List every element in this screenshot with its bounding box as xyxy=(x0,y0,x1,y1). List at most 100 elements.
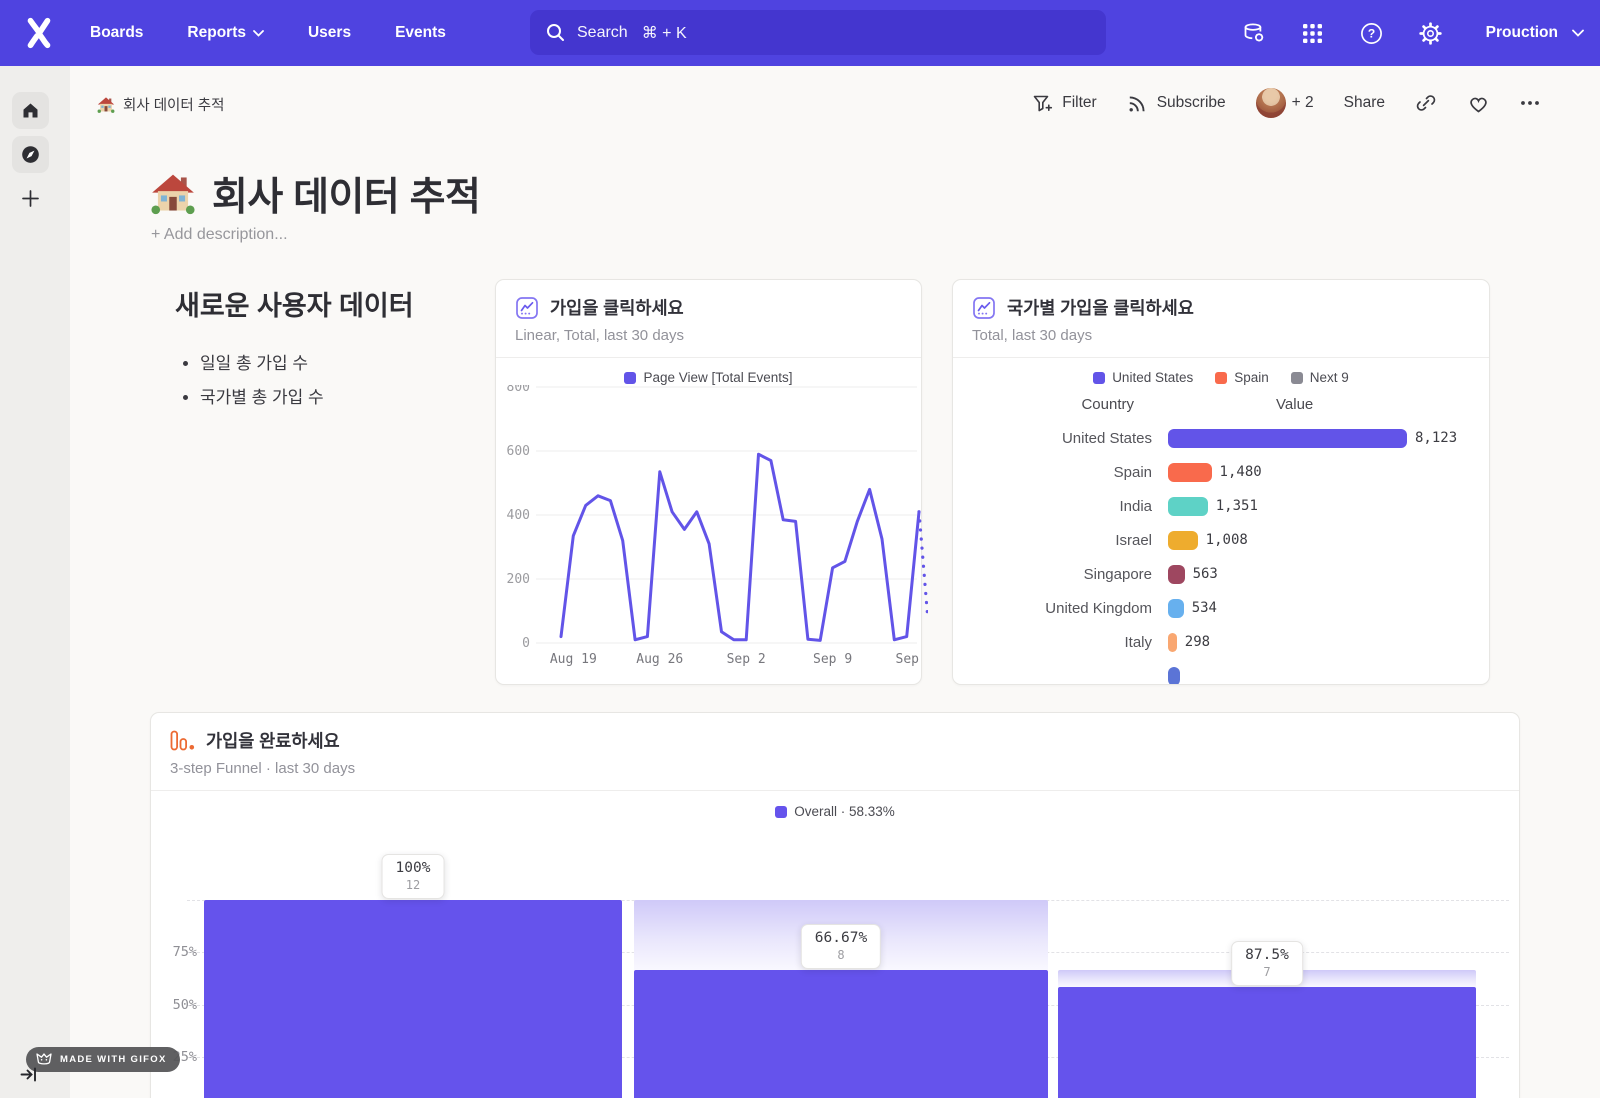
svg-text:200: 200 xyxy=(507,572,530,587)
conversion-percent: 87.5% xyxy=(1245,947,1289,963)
bar-track xyxy=(1168,667,1489,686)
tab-arrow-icon[interactable] xyxy=(20,1066,38,1088)
bar-track: 1,480 xyxy=(1168,463,1489,482)
favorite-button[interactable] xyxy=(1467,93,1490,114)
svg-text:Aug 19: Aug 19 xyxy=(550,652,597,667)
board-canvas: 회사 데이터 추적 Filter Subscribe + 2 Share xyxy=(70,66,1600,1098)
bar[interactable] xyxy=(1168,531,1198,550)
subscribe-button[interactable]: Subscribe xyxy=(1127,93,1226,114)
svg-text:Sep 2: Sep 2 xyxy=(727,652,766,667)
legend-item[interactable]: Spain xyxy=(1215,370,1269,385)
primary-nav: Boards Reports Users Events xyxy=(90,24,446,42)
breadcrumb[interactable]: 회사 데이터 추적 xyxy=(97,94,224,115)
ellipsis-icon xyxy=(1520,100,1540,106)
text-widget[interactable]: 새로운 사용자 데이터 일일 총 가입 수국가별 총 가입 수 xyxy=(175,284,475,417)
funnel-report-icon xyxy=(170,729,195,753)
legend-swatch xyxy=(1215,372,1227,384)
country-label: United States xyxy=(953,430,1168,447)
gifox-badge[interactable]: MADE WITH GIFOX xyxy=(26,1047,180,1072)
legend-item[interactable]: United States xyxy=(1093,370,1193,385)
svg-text:Sep 16: Sep 16 xyxy=(896,652,928,667)
line-chart[interactable]: 0200400600800Aug 19Aug 26Sep 2Sep 9Sep 1… xyxy=(496,385,928,687)
country-label: Singapore xyxy=(953,566,1168,583)
top-nav-bar: Boards Reports Users Events Search ⌘ + K xyxy=(0,0,1600,66)
country-label: Spain xyxy=(953,464,1168,481)
apps-grid-icon[interactable] xyxy=(1301,21,1325,45)
table-row[interactable]: Italy298 xyxy=(953,625,1489,659)
funnel-chart-card[interactable]: 가입을 완료하세요 3-step Funnel · last 30 days O… xyxy=(150,712,1520,1098)
legend-label: Overall · 58.33% xyxy=(794,804,895,819)
nav-boards[interactable]: Boards xyxy=(90,24,143,42)
heart-icon xyxy=(1467,93,1490,114)
funnel-legend: Overall · 58.33% xyxy=(151,804,1519,819)
chevron-down-icon xyxy=(253,30,264,37)
bar-report-icon xyxy=(972,296,996,320)
bar[interactable] xyxy=(1168,667,1180,686)
bullet-item: 일일 총 가입 수 xyxy=(200,349,475,374)
svg-text:Aug 26: Aug 26 xyxy=(636,652,683,667)
add-board-button[interactable] xyxy=(12,180,49,217)
mixpanel-logo-icon[interactable] xyxy=(18,12,60,54)
nav-users[interactable]: Users xyxy=(308,24,351,42)
report-title: 국가별 가입을 클릭하세요 xyxy=(1007,295,1194,320)
legend-label: Next 9 xyxy=(1310,370,1349,385)
bar[interactable] xyxy=(1168,633,1177,652)
funnel-bar[interactable] xyxy=(1058,987,1476,1098)
bar[interactable] xyxy=(1168,429,1407,448)
report-title: 가입을 완료하세요 xyxy=(206,728,340,753)
fox-icon xyxy=(36,1053,52,1066)
table-row[interactable] xyxy=(953,659,1489,685)
project-switcher[interactable]: Prouction xyxy=(1486,24,1584,42)
text-widget-bullets: 일일 총 가입 수국가별 총 가입 수 xyxy=(200,349,475,408)
legend-item[interactable]: Page View [Total Events] xyxy=(624,370,792,385)
line-report-icon xyxy=(515,296,539,320)
filter-icon xyxy=(1032,93,1053,114)
more-options-button[interactable] xyxy=(1520,100,1540,106)
explore-button[interactable] xyxy=(12,136,49,173)
left-rail xyxy=(0,66,70,1098)
legend-label: United States xyxy=(1112,370,1193,385)
bar[interactable] xyxy=(1168,599,1184,618)
funnel-bar[interactable] xyxy=(204,900,622,1098)
legend-label: Page View [Total Events] xyxy=(643,370,792,385)
bar[interactable] xyxy=(1168,497,1208,516)
house-emoji-icon xyxy=(97,96,115,114)
add-description-button[interactable]: + Add description... xyxy=(151,226,288,244)
data-management-icon[interactable] xyxy=(1242,21,1266,45)
table-row[interactable]: Spain1,480 xyxy=(953,455,1489,489)
table-row[interactable]: United States8,123 xyxy=(953,421,1489,455)
report-title: 가입을 클릭하세요 xyxy=(550,295,684,320)
copy-link-button[interactable] xyxy=(1415,92,1437,114)
table-row[interactable]: India1,351 xyxy=(953,489,1489,523)
share-button[interactable]: Share xyxy=(1344,94,1385,112)
table-row[interactable]: United Kingdom534 xyxy=(953,591,1489,625)
bar-track: 1,008 xyxy=(1168,531,1489,550)
funnel-tooltip: 66.67%8 xyxy=(801,924,881,969)
bar[interactable] xyxy=(1168,565,1185,584)
bar-chart-card[interactable]: 국가별 가입을 클릭하세요 Total, last 30 days United… xyxy=(952,279,1490,685)
bar[interactable] xyxy=(1168,463,1212,482)
line-chart-card[interactable]: 가입을 클릭하세요 Linear, Total, last 30 days Pa… xyxy=(495,279,922,685)
nav-reports[interactable]: Reports xyxy=(187,24,264,42)
filter-button[interactable]: Filter xyxy=(1032,93,1096,114)
compass-icon xyxy=(20,144,41,165)
search-input[interactable]: Search ⌘ + K xyxy=(530,10,1106,55)
table-row[interactable]: Israel1,008 xyxy=(953,523,1489,557)
funnel-tooltip: 100%12 xyxy=(382,854,445,899)
report-subtitle: Linear, Total, last 30 days xyxy=(515,327,902,344)
column-value: Value xyxy=(1168,396,1489,413)
funnel-bar[interactable] xyxy=(634,970,1048,1098)
report-subtitle: Total, last 30 days xyxy=(972,327,1470,344)
settings-gear-icon[interactable] xyxy=(1419,21,1443,45)
conversion-count: 8 xyxy=(815,948,867,962)
funnel-chart[interactable]: 75%50%25%0%100%1266.67%887.5%7 xyxy=(151,819,1519,1098)
table-row[interactable]: Singapore563 xyxy=(953,557,1489,591)
help-icon[interactable]: ? xyxy=(1360,21,1384,45)
home-button[interactable] xyxy=(12,92,49,129)
legend-swatch xyxy=(775,806,787,818)
legend-item[interactable]: Next 9 xyxy=(1291,370,1349,385)
nav-events[interactable]: Events xyxy=(395,24,446,42)
bar-chart-legend: United States Spain Next 9 xyxy=(953,370,1489,385)
collaborators[interactable]: + 2 xyxy=(1256,88,1314,118)
search-shortcut: ⌘ + K xyxy=(642,23,687,43)
